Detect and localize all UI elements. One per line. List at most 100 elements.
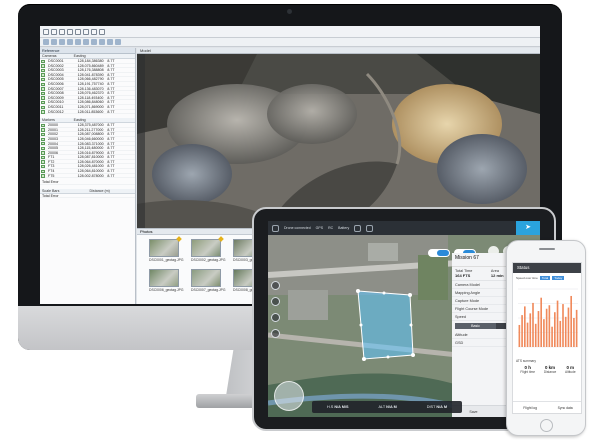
photo-thumbnail[interactable]: DSC0001_geotag.JPG [149,236,184,262]
summary-label: ATS summary [516,359,536,363]
row-value: 8.7T [107,72,115,77]
flight-log-button[interactable]: Flight log [523,406,537,410]
marker-row[interactable]: FT5 128,002,878000 8.7T [40,174,135,179]
column-header[interactable]: Markers [40,118,72,122]
row-name: DSC0003 [48,68,64,72]
row-value: 8.7T [107,127,115,132]
row-value: 8.7T [107,159,115,164]
undo-icon[interactable] [67,28,73,35]
row-value: 8.7T [107,68,115,72]
enabled-checkbox[interactable] [41,155,45,160]
measure-tool-icon[interactable] [59,39,65,45]
camera-tool-icon[interactable] [75,39,81,45]
enabled-checkbox[interactable] [41,160,45,164]
column-header[interactable] [103,118,135,122]
summary-readouts: 0 h Flight time 0 km Distance 0 m Altitude [516,365,580,374]
row-value: 128,087,810000 [77,155,104,159]
enabled-checkbox[interactable] [41,151,45,155]
more-icon[interactable] [366,224,374,232]
enabled-checkbox[interactable] [41,59,45,63]
mesh-icon[interactable] [91,39,97,45]
total-error-row: Total Error [40,180,135,185]
photo-thumbnail[interactable]: DSC0006_geotag.JPG [149,269,184,292]
open-file-icon[interactable] [51,28,57,35]
enabled-checkbox[interactable] [41,64,45,68]
enabled-checkbox[interactable] [41,123,45,128]
enabled-checkbox[interactable] [41,96,45,100]
enabled-checkbox[interactable] [41,110,45,114]
row-name: DSC0002 [48,63,64,68]
crosshair-icon[interactable] [271,297,280,306]
photo-thumbnail[interactable]: DSC0007_geotag.JPG [191,269,226,292]
enabled-checkbox[interactable] [41,105,45,109]
column-header[interactable] [103,54,135,58]
enabled-checkbox[interactable] [41,82,45,86]
grid-icon[interactable] [115,39,121,45]
sync-data-button[interactable]: Sync data [558,406,573,410]
fly-icon[interactable]: ➤ [516,221,540,235]
row-value: 128,046,660000 [77,136,104,141]
enabled-checkbox[interactable] [41,100,45,105]
setting-label: Capture Mode [455,298,480,303]
row-value: 128,076,462370 [77,91,104,95]
redo-icon[interactable] [75,28,81,35]
draw-icon[interactable] [271,281,280,290]
ruler-icon[interactable] [271,313,280,322]
telemetry-label: DIST [426,405,437,409]
summary-readout: 0 h Flight time [520,365,535,374]
column-header[interactable]: Easting [72,54,104,58]
chart-bar [575,309,578,347]
enabled-checkbox[interactable] [41,146,45,151]
total-error-label: Total Error [42,180,59,184]
row-name: FT5 [48,173,55,178]
enabled-checkbox[interactable] [41,68,45,73]
rotate-tool-icon[interactable] [43,39,49,45]
photo-caption: DSC0006_geotag.JPG [149,288,184,292]
save-file-icon[interactable] [59,28,65,35]
chart-bar [564,316,567,347]
back-icon[interactable] [272,224,279,232]
camera-row[interactable]: DSC0012 128,011,853600 8.7T [40,110,135,115]
phone-home-button[interactable] [540,419,553,432]
enabled-checkbox[interactable] [41,91,45,96]
pan-tool-icon[interactable] [51,39,57,45]
ortho-icon[interactable] [99,39,105,45]
stat-tab[interactable]: Speed over time [516,276,538,280]
enabled-checkbox[interactable] [41,128,45,132]
dense-cloud-icon[interactable] [83,39,89,45]
chart-bar [529,313,532,347]
zoom-out-icon[interactable] [99,28,105,35]
chart-bar [551,326,553,347]
trash-icon[interactable] [271,329,280,338]
enabled-checkbox[interactable] [41,174,45,178]
new-file-icon[interactable] [43,28,49,35]
enabled-checkbox[interactable] [41,77,45,82]
model-viewport[interactable]: Model [137,48,540,228]
column-header[interactable]: Distance (m) [88,189,136,193]
enabled-checkbox[interactable] [41,132,45,137]
select-icon[interactable] [83,28,89,35]
enabled-checkbox[interactable] [41,169,45,174]
column-header[interactable]: Easting [72,118,104,122]
photo-thumbnail[interactable]: DSC0002_geotag.JPG [191,236,226,262]
enabled-checkbox[interactable] [41,87,45,91]
zoom-in-icon[interactable] [91,28,97,35]
column-header[interactable]: Scale Bars [40,189,88,193]
overlay-toggle[interactable] [428,249,450,257]
stat-tab[interactable]: Today [552,276,565,280]
stat-tab[interactable]: Total [539,276,551,280]
enabled-checkbox[interactable] [41,137,45,141]
dem-icon[interactable] [107,39,113,45]
enabled-checkbox[interactable] [41,165,45,169]
marker-tool-icon[interactable] [67,39,73,45]
save-button[interactable]: Save [469,410,477,414]
telemetry-value: N/A M/S [334,405,349,409]
settings-icon[interactable] [354,224,362,232]
webcam-dot [287,9,292,14]
tab-basic[interactable]: Basic [455,323,496,329]
enabled-checkbox[interactable] [41,142,45,146]
row-name: 20003 [48,136,58,141]
enabled-checkbox[interactable] [41,73,45,77]
column-header[interactable]: Cameras [40,54,72,58]
row-value: 8.7T [107,141,115,146]
